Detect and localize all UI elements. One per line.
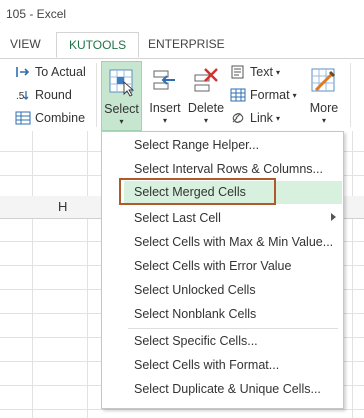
select-dropdown-menu: Select Range Helper... Select Interval R… (101, 131, 344, 409)
link-caret: ▾ (275, 113, 280, 123)
more-button[interactable]: More ▾ (306, 61, 342, 131)
menu-item-label: Select Last Cell (134, 211, 221, 225)
menu-item-label: Select Interval Rows & Columns... (134, 162, 323, 176)
menu-item-label: Select Cells with Max & Min Value... (134, 235, 334, 249)
delete-icon (192, 67, 220, 98)
menu-item-select-range-helper[interactable]: Select Range Helper... (124, 134, 342, 157)
insert-button[interactable]: Insert ▾ (146, 61, 184, 131)
menu-item-select-unlocked-cells[interactable]: Select Unlocked Cells (124, 279, 342, 302)
select-caret: ▾ (119, 117, 124, 126)
menu-item-label: Select Cells with Format... (134, 358, 280, 372)
more-label: More (309, 101, 339, 115)
text-label: Text (250, 65, 273, 79)
title-bar: 105 - Excel (0, 0, 364, 26)
to-actual-button[interactable]: To Actual (15, 65, 86, 79)
link-label: Link (250, 111, 273, 125)
text-icon (230, 65, 246, 79)
combine-button[interactable]: Combine (15, 111, 85, 125)
menu-item-label: Select Unlocked Cells (134, 283, 256, 297)
format-caret: ▾ (292, 90, 297, 100)
menu-item-label: Select Cells with Error Value (134, 259, 292, 273)
insert-icon (151, 67, 179, 98)
insert-caret: ▾ (162, 116, 167, 125)
select-label: Select (104, 102, 139, 116)
combine-label: Combine (35, 111, 86, 125)
menu-item-select-cells-with-format[interactable]: Select Cells with Format... (124, 354, 342, 377)
format-icon (230, 88, 246, 102)
ribbon-tabs: VIEW KUTOOLS ENTERPRISE (0, 26, 364, 59)
link-dropdown[interactable]: Link ▾ (230, 111, 280, 125)
ribbon-separator (96, 63, 97, 127)
menu-item-label: Select Nonblank Cells (134, 307, 257, 321)
round-icon: .5 (15, 88, 31, 102)
menu-item-select-error-value[interactable]: Select Cells with Error Value (124, 255, 342, 278)
tab-kutools[interactable]: KUTOOLS (56, 32, 140, 58)
link-icon (230, 111, 246, 125)
combine-icon (15, 111, 31, 125)
menu-gutter (102, 132, 124, 408)
to-actual-label: To Actual (35, 65, 86, 79)
tab-view[interactable]: VIEW (10, 37, 41, 51)
menu-item-select-specific-cells[interactable]: Select Specific Cells... (124, 330, 342, 353)
delete-button[interactable]: Delete ▾ (187, 61, 225, 131)
menu-item-label: Select Duplicate & Unique Cells... (134, 382, 321, 396)
delete-label: Delete (187, 101, 225, 115)
select-icon (108, 67, 136, 100)
text-caret: ▾ (275, 67, 280, 77)
more-icon (310, 66, 338, 99)
column-header-h[interactable]: H (58, 199, 67, 214)
to-actual-icon (15, 65, 31, 79)
format-label: Format (250, 88, 290, 102)
round-button[interactable]: .5 Round (15, 88, 72, 102)
menu-item-select-last-cell[interactable]: Select Last Cell (124, 207, 342, 230)
svg-text:.5: .5 (16, 91, 25, 102)
menu-item-select-max-min-value[interactable]: Select Cells with Max & Min Value... (124, 231, 342, 254)
window-title: 105 - Excel (6, 7, 67, 21)
highlight-annotation-box (119, 178, 276, 205)
menu-item-label: Select Specific Cells... (134, 334, 258, 348)
menu-item-select-duplicate-unique[interactable]: Select Duplicate & Unique Cells... (124, 378, 342, 401)
tab-enterprise[interactable]: ENTERPRISE (148, 37, 225, 51)
ribbon-separator-right (350, 63, 351, 127)
submenu-arrow-icon (331, 213, 336, 221)
menu-item-select-nonblank-cells[interactable]: Select Nonblank Cells (124, 303, 342, 326)
select-button[interactable]: Select ▾ (101, 61, 142, 131)
more-caret: ▾ (321, 116, 326, 125)
menu-separator (128, 328, 338, 329)
round-label: Round (35, 88, 72, 102)
delete-caret: ▾ (203, 116, 208, 125)
format-dropdown[interactable]: Format ▾ (230, 88, 297, 102)
insert-label: Insert (149, 101, 181, 115)
menu-item-label: Select Range Helper... (134, 138, 260, 152)
text-dropdown[interactable]: Text ▾ (230, 65, 280, 79)
